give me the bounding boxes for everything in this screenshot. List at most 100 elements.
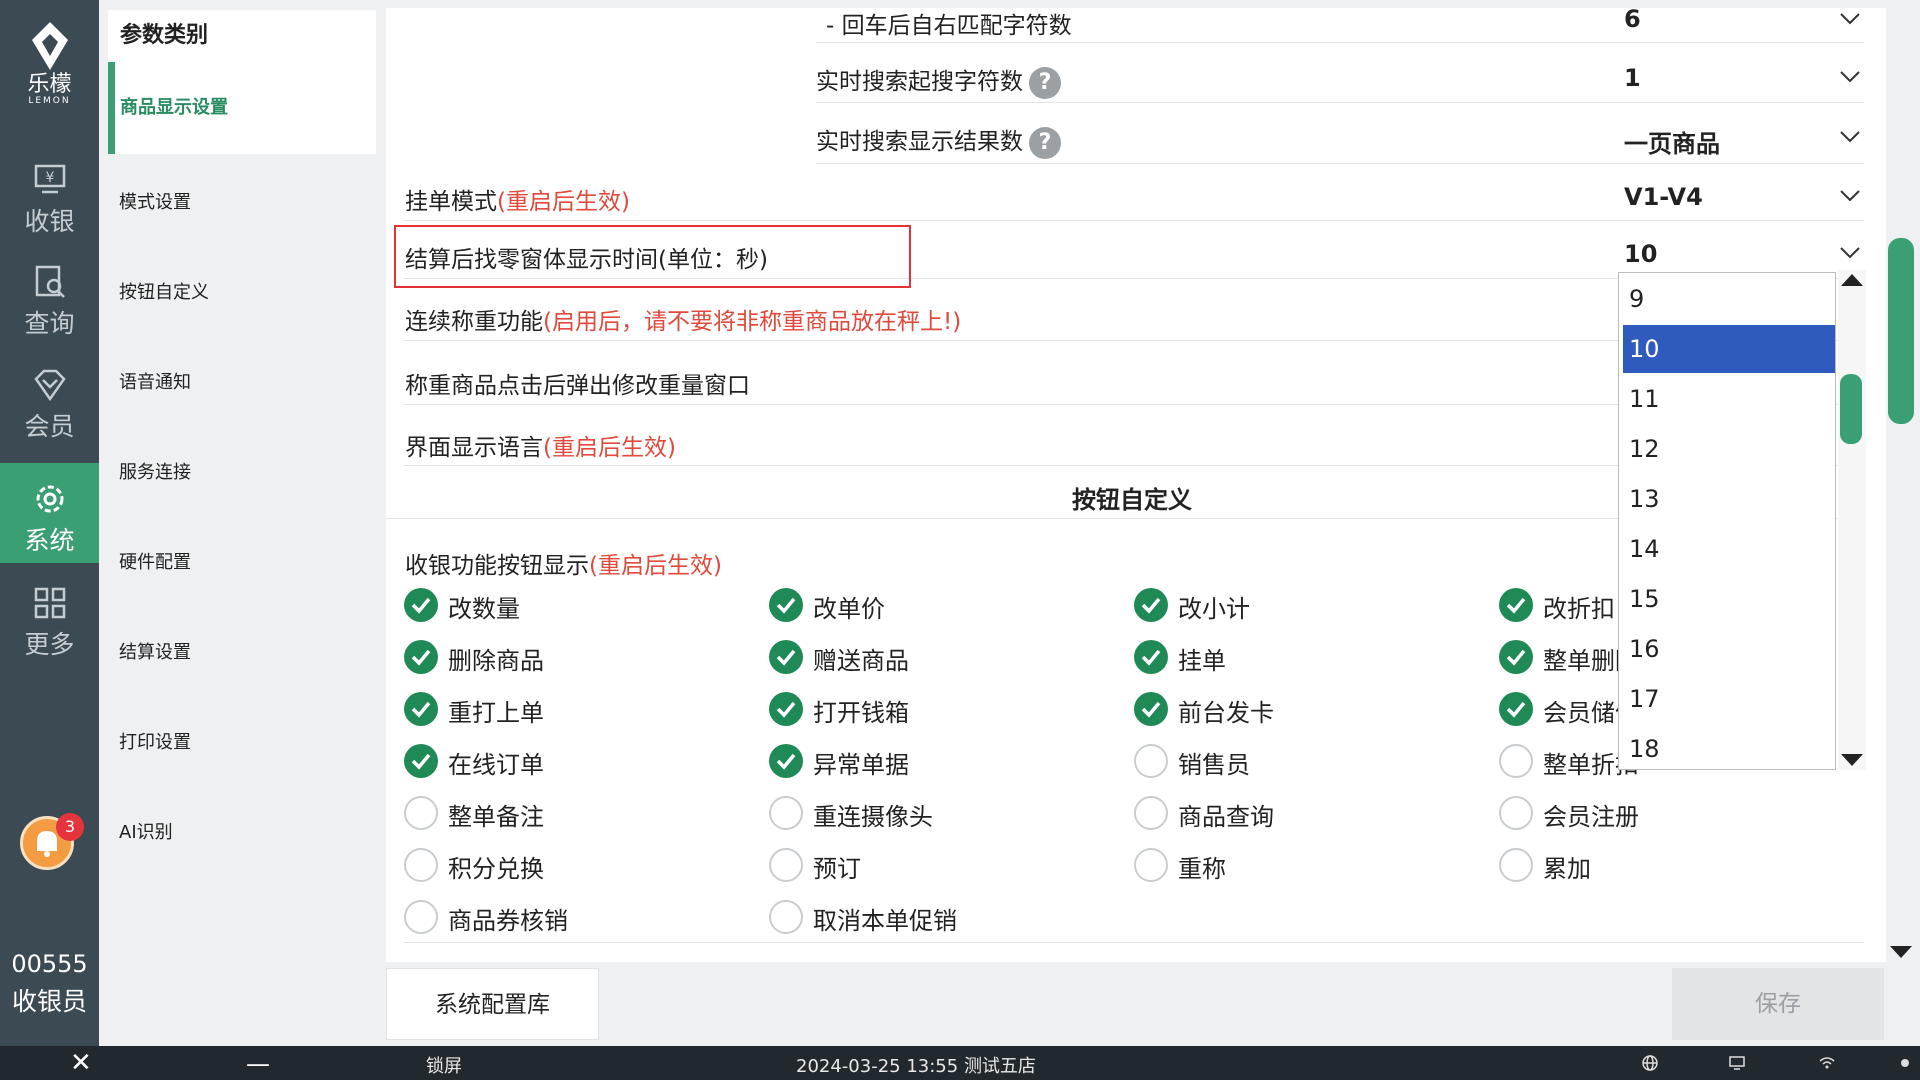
dropdown-scroll-thumb[interactable]	[1840, 374, 1862, 444]
option-label[interactable]: 改折扣	[1543, 589, 1615, 624]
category-item[interactable]: AI识别	[119, 818, 173, 844]
setting-value[interactable]: 10	[1624, 240, 1657, 268]
chevron-down-icon[interactable]	[1839, 70, 1861, 84]
dropdown-scrollbar[interactable]	[1838, 270, 1866, 770]
nav-system[interactable]: 系统	[0, 463, 99, 563]
checkbox-unchecked[interactable]	[1499, 796, 1533, 830]
category-item-active[interactable]: 商品显示设置	[108, 62, 376, 154]
checkbox-unchecked[interactable]	[1134, 848, 1168, 882]
option-label[interactable]: 异常单据	[813, 745, 909, 780]
checkbox-unchecked[interactable]	[1499, 848, 1533, 882]
dropdown-option[interactable]: 10	[1623, 325, 1835, 373]
checkbox-unchecked[interactable]	[1134, 796, 1168, 830]
setting-value[interactable]: V1-V4	[1624, 183, 1703, 211]
dropdown-option[interactable]: 16	[1623, 625, 1835, 673]
checkbox-checked[interactable]	[404, 640, 438, 674]
option-label[interactable]: 改数量	[448, 589, 520, 624]
minimize-icon[interactable]: —	[246, 1050, 270, 1078]
checkbox-checked[interactable]	[404, 588, 438, 622]
checkbox-checked[interactable]	[1499, 692, 1533, 726]
setting-value[interactable]: 6	[1624, 5, 1641, 33]
option-label[interactable]: 删除商品	[448, 641, 544, 676]
scroll-down-arrow-icon[interactable]	[1887, 942, 1915, 962]
wifi-icon[interactable]	[1818, 1054, 1836, 1072]
dropdown-option[interactable]: 14	[1623, 525, 1835, 573]
main-scroll-thumb[interactable]	[1888, 238, 1914, 424]
checkbox-checked[interactable]	[1499, 640, 1533, 674]
monitor-icon[interactable]	[1728, 1054, 1746, 1072]
checkbox-unchecked[interactable]	[769, 848, 803, 882]
dropdown-option[interactable]: 17	[1623, 675, 1835, 723]
checkbox-checked[interactable]	[404, 744, 438, 778]
checkbox-unchecked[interactable]	[404, 848, 438, 882]
checkbox-checked[interactable]	[1134, 588, 1168, 622]
dropdown-option[interactable]: 9	[1623, 275, 1835, 323]
dropdown-option[interactable]: 18	[1623, 725, 1835, 769]
checkbox-unchecked[interactable]	[404, 796, 438, 830]
globe-icon[interactable]	[1641, 1054, 1659, 1072]
option-label[interactable]: 累加	[1543, 849, 1591, 884]
check-icon	[411, 753, 431, 770]
category-item[interactable]: 结算设置	[119, 638, 191, 664]
category-item[interactable]: 打印设置	[119, 728, 191, 754]
checkbox-unchecked[interactable]	[404, 900, 438, 934]
option-label[interactable]: 赠送商品	[813, 641, 909, 676]
option-label[interactable]: 整单备注	[448, 797, 544, 832]
option-label[interactable]: 在线订单	[448, 745, 544, 780]
option-label[interactable]: 商品券核销	[448, 901, 568, 936]
option-label[interactable]: 重连摄像头	[813, 797, 933, 832]
checkbox-unchecked[interactable]	[769, 796, 803, 830]
checkbox-unchecked[interactable]	[1499, 744, 1533, 778]
checkbox-checked[interactable]	[769, 692, 803, 726]
nav-cashier[interactable]: ¥ 收银	[0, 160, 99, 260]
option-label[interactable]: 打开钱箱	[813, 693, 909, 728]
option-label[interactable]: 重打上单	[448, 693, 544, 728]
close-icon[interactable]: ✕	[70, 1048, 92, 1078]
scroll-down-arrow-icon[interactable]	[1838, 750, 1866, 770]
option-label[interactable]: 改小计	[1178, 589, 1250, 624]
option-label[interactable]: 改单价	[813, 589, 885, 624]
checkbox-unchecked[interactable]	[1134, 744, 1168, 778]
category-item[interactable]: 硬件配置	[119, 548, 191, 574]
checkbox-checked[interactable]	[769, 744, 803, 778]
option-label[interactable]: 重称	[1178, 849, 1226, 884]
category-item[interactable]: 模式设置	[119, 188, 191, 214]
setting-value[interactable]: 1	[1624, 64, 1641, 92]
help-icon[interactable]: ?	[1029, 126, 1061, 159]
category-item[interactable]: 语音通知	[119, 368, 191, 394]
nav-member[interactable]: 会员	[0, 365, 99, 465]
checkbox-checked[interactable]	[1134, 692, 1168, 726]
checkbox-unchecked[interactable]	[769, 900, 803, 934]
nav-more[interactable]: 更多	[0, 583, 99, 683]
checkbox-checked[interactable]	[769, 588, 803, 622]
checkbox-checked[interactable]	[1499, 588, 1533, 622]
chevron-down-icon[interactable]	[1839, 130, 1861, 144]
chevron-down-icon[interactable]	[1839, 246, 1861, 260]
dropdown-option[interactable]: 12	[1623, 425, 1835, 473]
category-item[interactable]: 服务连接	[119, 458, 191, 484]
option-label[interactable]: 取消本单促销	[813, 901, 957, 936]
help-icon[interactable]: ?	[1029, 66, 1061, 99]
dropdown-option[interactable]: 11	[1623, 375, 1835, 423]
checkbox-checked[interactable]	[404, 692, 438, 726]
lock-screen-button[interactable]: 锁屏	[426, 1052, 462, 1078]
option-label[interactable]: 销售员	[1178, 745, 1250, 780]
dropdown-option[interactable]: 13	[1623, 475, 1835, 523]
option-label[interactable]: 积分兑换	[448, 849, 544, 884]
checkbox-checked[interactable]	[769, 640, 803, 674]
save-button[interactable]: 保存	[1672, 968, 1884, 1040]
system-config-button[interactable]: 系统配置库	[386, 968, 599, 1040]
scroll-up-arrow-icon[interactable]	[1838, 270, 1866, 290]
checkbox-checked[interactable]	[1134, 640, 1168, 674]
option-label[interactable]: 前台发卡	[1178, 693, 1274, 728]
option-label[interactable]: 会员注册	[1543, 797, 1639, 832]
chevron-down-icon[interactable]	[1839, 12, 1861, 26]
setting-value[interactable]: 一页商品	[1624, 124, 1720, 159]
option-label[interactable]: 预订	[813, 849, 861, 884]
nav-query[interactable]: 查询	[0, 262, 99, 362]
chevron-down-icon[interactable]	[1839, 189, 1861, 203]
option-label[interactable]: 挂单	[1178, 641, 1226, 676]
option-label[interactable]: 商品查询	[1178, 797, 1274, 832]
category-item[interactable]: 按钮自定义	[119, 278, 209, 304]
dropdown-option[interactable]: 15	[1623, 575, 1835, 623]
